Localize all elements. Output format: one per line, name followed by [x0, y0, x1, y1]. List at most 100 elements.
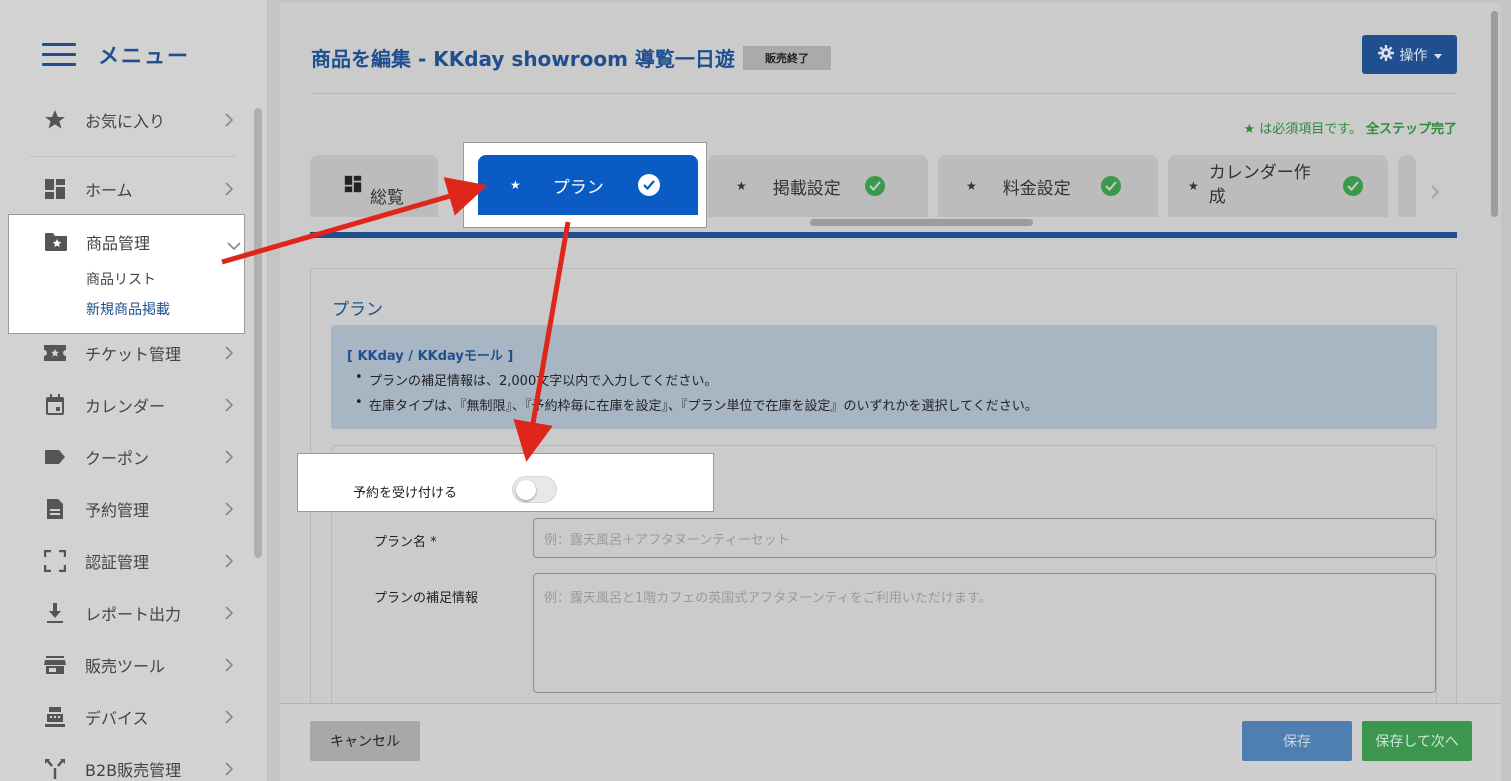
divider	[30, 156, 236, 157]
tab-pricing[interactable]: ★ 料金設定	[938, 155, 1158, 217]
sidebar-item-coupon[interactable]: クーポン	[42, 442, 242, 472]
sidebar-item-label: レポート出力	[85, 605, 182, 624]
tab-label: 料金設定	[1002, 178, 1071, 199]
required-star-icon: ★	[1188, 179, 1199, 193]
cancel-button[interactable]: キャンセル	[310, 721, 420, 761]
sidebar-item-tickets[interactable]: チケット管理	[42, 338, 242, 368]
tabs-scrollbar[interactable]	[810, 219, 1033, 226]
sidebar-subitem-new-product[interactable]: 新規商品掲載	[86, 299, 170, 319]
sidebar-item-label: 認証管理	[85, 553, 150, 572]
check-circle-icon	[637, 174, 660, 196]
main-scrollbar[interactable]	[1491, 11, 1498, 217]
menu-header[interactable]: メニュー	[42, 40, 190, 70]
info-box: [ KKday / KKdayモール ] プランの補足情報は、2,000文字以内…	[331, 325, 1437, 429]
tab-more[interactable]	[1398, 155, 1416, 217]
operations-label: 操作	[1399, 47, 1428, 64]
accept-booking-toggle[interactable]	[512, 476, 557, 503]
sidebar-item-b2b-sales[interactable]: B2B販売管理	[42, 754, 242, 781]
folder-star-icon	[43, 230, 69, 254]
plan-info-textarea[interactable]: 例：露天風呂と1階カフェの英国式アフタヌーンティをご利用いただけます。	[533, 573, 1436, 693]
sidebar-scrollbar[interactable]	[254, 108, 262, 558]
sidebar-item-home[interactable]: ホーム	[42, 174, 242, 204]
sidebar-item-label: クーポン	[85, 449, 150, 468]
save-button[interactable]: 保存	[1242, 721, 1352, 761]
chevron-right-icon	[224, 501, 234, 520]
sidebar-item-label: 販売ツール	[85, 657, 166, 676]
scan-icon	[42, 549, 68, 573]
accept-booking-label: 予約を受け付ける	[353, 486, 458, 501]
calendar-icon	[42, 393, 68, 417]
split-icon	[42, 757, 68, 781]
chevron-right-icon	[224, 657, 234, 676]
status-badge: 販売終了	[743, 46, 831, 70]
save-and-next-button[interactable]: 保存して次へ	[1362, 721, 1472, 761]
check-circle-icon	[1342, 176, 1363, 196]
sidebar-item-label: ホーム	[85, 181, 133, 200]
required-star-icon: ★	[736, 179, 747, 193]
sidebar: メニュー お気に入り ホーム チケット管理 カレンダー クーポン 予約管理 認証…	[0, 0, 268, 781]
sidebar-item-calendar[interactable]: カレンダー	[42, 390, 242, 420]
tab-overview[interactable]: 総覧	[310, 155, 438, 217]
sidebar-subitem-product-list[interactable]: 商品リスト	[86, 269, 156, 289]
sidebar-item-label: チケット管理	[85, 345, 182, 364]
info-heading: [ KKday / KKdayモール ]	[347, 349, 514, 364]
sidebar-item-devices[interactable]: デバイス	[42, 702, 242, 732]
active-tab-highlight: ★ プラン	[463, 142, 707, 228]
chevron-right-icon	[224, 605, 234, 624]
required-star-icon: ★	[966, 179, 977, 193]
tag-icon	[42, 445, 68, 469]
chevron-right-icon	[224, 709, 234, 728]
chevron-right-icon	[224, 449, 234, 468]
title-divider	[311, 93, 1457, 94]
document-icon	[42, 497, 68, 521]
chevron-down-icon	[227, 236, 241, 255]
all-steps-complete: 全ステップ完了	[1365, 122, 1457, 137]
download-icon	[42, 601, 68, 625]
sidebar-item-sales-tools[interactable]: 販売ツール	[42, 650, 242, 680]
chevron-right-icon	[224, 345, 234, 364]
product-management-highlight: 商品管理 商品リスト 新規商品掲載	[8, 214, 245, 334]
sidebar-item-report-export[interactable]: レポート出力	[42, 598, 242, 628]
tab-label: カレンダー作成	[1208, 163, 1311, 207]
sidebar-item-label: 商品管理	[86, 234, 151, 253]
required-note-text: ★ は必須項目です。	[1243, 122, 1362, 137]
chevron-right-icon	[224, 397, 234, 416]
sidebar-item-label: カレンダー	[85, 397, 166, 416]
hamburger-icon[interactable]	[42, 43, 76, 67]
chevron-right-icon	[224, 553, 234, 572]
sidebar-item-authentication[interactable]: 認証管理	[42, 546, 242, 576]
sidebar-item-label: B2B販売管理	[85, 761, 182, 780]
page-title: 商品を編集 - KKday showroom 導覧一日遊	[311, 47, 735, 71]
tab-label: 掲載設定	[772, 178, 841, 199]
sidebar-item-favorites[interactable]: お気に入り	[42, 105, 242, 135]
chevron-right-icon[interactable]	[1430, 183, 1440, 204]
plan-name-input[interactable]: 例：露天風呂＋アフタヌーンティーセット	[533, 518, 1436, 558]
tab-listing-settings[interactable]: ★ 掲載設定	[708, 155, 928, 217]
sidebar-item-label: 予約管理	[85, 501, 150, 520]
sidebar-item-product-management[interactable]: 商品管理	[43, 227, 243, 257]
chevron-right-icon	[224, 112, 234, 131]
pos-icon	[42, 705, 68, 729]
footer-bar: キャンセル 保存 保存して次へ	[280, 703, 1501, 781]
required-star-icon: ★	[510, 178, 521, 192]
sidebar-item-reservations[interactable]: 予約管理	[42, 494, 242, 524]
tab-calendar-creation[interactable]: ★ カレンダー作成	[1168, 155, 1388, 217]
accept-booking-highlight: 予約を受け付ける	[297, 453, 714, 512]
tab-label: プラン	[552, 177, 604, 198]
gear-icon	[1377, 44, 1394, 65]
operations-button[interactable]: 操作	[1362, 35, 1457, 74]
store-icon	[42, 653, 68, 677]
tab-plan[interactable]: ★ プラン	[478, 155, 698, 215]
toggle-knob	[516, 480, 536, 500]
main-content: 商品を編集 - KKday showroom 導覧一日遊 販売終了 操作 ★ は…	[280, 3, 1501, 781]
check-circle-icon	[864, 176, 885, 196]
chevron-right-icon	[224, 761, 234, 780]
dashboard-icon	[344, 175, 362, 198]
tab-label: 総覧	[370, 187, 404, 208]
check-circle-icon	[1100, 176, 1121, 196]
info-line: プランの補足情報は、2,000文字以内で入力してください。	[347, 370, 1437, 389]
sidebar-item-label: デバイス	[85, 709, 149, 728]
info-line: 在庫タイプは、『無制限』、『予約枠毎に在庫を設定』、『プラン単位で在庫を設定』の…	[347, 395, 1437, 414]
chevron-right-icon	[224, 181, 234, 200]
star-icon	[42, 108, 68, 132]
